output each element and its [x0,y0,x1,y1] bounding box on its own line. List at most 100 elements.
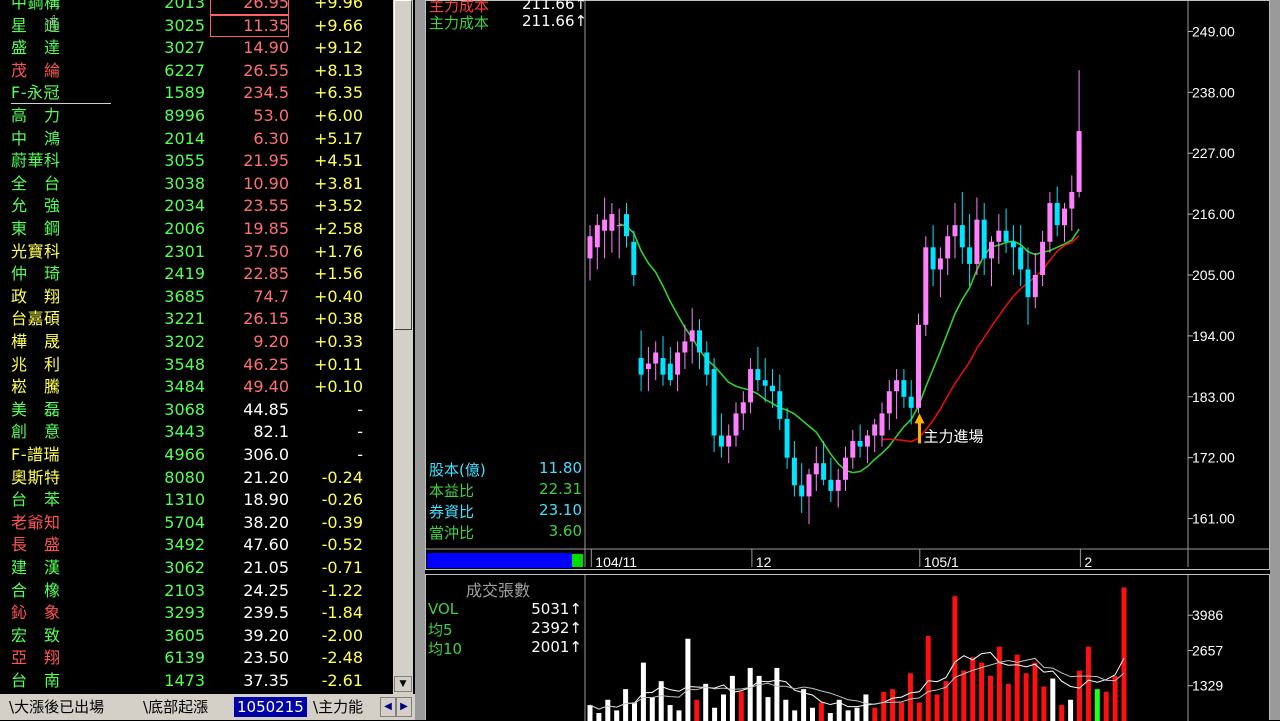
stock-row[interactable]: 台 南 1473 37.35 -2.61 [0,670,390,693]
stock-row[interactable]: 茂 綸 6227 26.55 +8.13 [0,60,390,83]
stock-row[interactable]: 東 鋼 2006 19.85 +2.58 [0,218,390,241]
stock-row[interactable]: 創 意 3443 82.1 - [0,421,390,444]
stock-row[interactable]: 星 通 3025 11.35 +9.66 [0,14,390,38]
stock-code: 3443 [164,422,205,442]
stock-name: 允 強 [11,196,61,216]
stock-list[interactable]: 中鋼構 2013 26.95 +9.96 星 通 3025 11.35 +9.66 盛 達 302… [0,0,390,694]
stock-row[interactable]: F-永冠 1589 234.5 +6.35 [0,82,390,105]
volume-bar [721,694,726,721]
stock-price: 21.20 [243,467,289,487]
stock-row[interactable]: 中 鴻 2014 6.30 +5.17 [0,128,390,151]
stock-change: - [357,422,363,442]
candle-body [916,324,921,408]
candle-body [959,225,965,248]
stock-row[interactable]: F-譜瑞 4966 306.0 - [0,444,390,467]
stock-code: 2419 [164,264,205,284]
stock-code: 3055 [164,151,205,171]
stock-name: 奧斯特 [11,467,61,487]
stock-row[interactable]: 仲 琦 2419 22.85 +1.56 [0,263,390,286]
stock-change: +2.58 [313,219,363,238]
volume-bar [801,689,807,721]
stock-row[interactable]: 政 翔 3685 74.7 +0.40 [0,286,390,309]
list-scrollbar[interactable]: ▼ [393,0,413,694]
volume-bar [952,596,958,721]
stock-code: 3027 [164,38,205,58]
stock-row[interactable]: 合 橡 2103 24.25 -1.22 [0,580,390,603]
stock-change: -2.48 [321,648,363,668]
volume-bar [783,699,789,721]
volume-bar [979,662,985,721]
stock-row[interactable]: 光寶科 2301 37.50 +1.76 [0,241,390,264]
annotation-label: 主力進場 [924,427,984,445]
stock-row[interactable]: 建 漢 3062 21.05 -0.71 [0,557,390,580]
stock-name: 亞 翔 [11,648,61,668]
stock-price: 26.15 [243,309,289,329]
stock-row[interactable]: 盛 達 3027 14.90 +9.12 [0,37,390,60]
stock-row[interactable]: 崧 騰 3484 49.40 +0.10 [0,376,390,399]
candle-body [653,352,659,364]
tab-sheet-2[interactable]: \底部起漲 [140,697,211,717]
stock-row[interactable]: 全 台 3038 10.90 +3.81 [0,173,390,196]
scroll-thumb[interactable] [394,0,412,330]
stock-row[interactable]: 台 苯 1310 18.90 -0.26 [0,489,390,512]
candle-body [609,214,615,231]
stock-row[interactable]: 奧斯特 8080 21.20 -0.24 [0,467,390,490]
y-tick-label: 205.00 [1192,267,1235,283]
stock-change: +5.17 [313,128,363,148]
stock-row[interactable]: 宏 致 3605 39.20 -2.00 [0,625,390,648]
progress-bar [427,553,572,568]
volume-title: 成交張數 [466,581,531,600]
stock-row[interactable]: 台嘉碩 3221 26.15 +0.38 [0,308,390,331]
stock-price: 10.90 [243,173,289,193]
volume-bar [765,697,771,721]
scroll-down-arrow-icon[interactable]: ▼ [394,676,412,692]
tab-sheet-4[interactable]: \主力能 [310,697,366,717]
tab-sheet-1[interactable]: \大漲後已出場 [6,697,107,717]
candle-body [967,247,973,264]
stock-price: 23.55 [243,196,289,216]
stock-name: 仲 琦 [11,264,61,284]
volume-bar [676,710,682,721]
stock-code: 1473 [164,671,205,690]
stock-row[interactable]: 允 強 2034 23.55 +3.52 [0,195,390,218]
stock-code: 3068 [164,399,205,419]
stock-row[interactable]: 高 力 8996 53.0 +6.00 [0,105,390,128]
stock-row[interactable]: 樺 晟 3202 9.20 +0.33 [0,331,390,354]
candle-body [697,330,702,353]
volume-bar [1068,699,1074,721]
candle-body [748,369,754,403]
stock-name: 蔚華科 [11,151,61,171]
volume-bar [970,657,976,721]
stock-row[interactable]: 兆 利 3548 46.25 +0.11 [0,354,390,377]
stock-row[interactable]: 鈊 象 3293 239.5 -1.84 [0,602,390,625]
volume-bar [1085,646,1091,721]
volume-bar [614,710,620,721]
stock-row[interactable]: 亞 翔 6139 23.50 -2.48 [0,647,390,670]
stock-code: 1589 [164,83,205,103]
vol-y-tick-label: 1329 [1192,678,1223,694]
candle-body [857,441,863,447]
stock-row[interactable]: 中鋼構 2013 26.95 +9.96 [0,0,390,15]
stock-code: 8996 [164,106,205,125]
stock-name: 全 台 [11,173,61,193]
candle-body [1010,241,1016,248]
tab-next-arrow-icon[interactable]: ▶ [396,697,412,717]
stock-code: 3605 [164,625,205,645]
volume-bar [925,636,931,721]
ma5-legend-label: 均5 [428,621,453,639]
stock-row[interactable]: 老爺知 5704 38.20 -0.39 [0,512,390,535]
stock-price: 46.25 [243,354,289,374]
stock-name: F-譜瑞 [11,445,60,464]
volume-bar [703,683,709,721]
tab-sheet-3[interactable]: 1050215 [234,697,307,717]
stock-row[interactable]: 蔚華科 3055 21.95 +4.51 [0,150,390,173]
stock-name: 美 磊 [11,399,61,419]
stock-row[interactable]: 長 盛 3492 47.60 -0.52 [0,534,390,557]
pane-divider[interactable] [415,0,425,720]
stock-row[interactable]: 美 磊 3068 44.85 - [0,399,390,422]
stock-code: 3025 [164,15,205,35]
tab-prev-arrow-icon[interactable]: ◀ [380,697,396,717]
stock-name: 樺 晟 [11,332,61,351]
candle-body [945,236,951,259]
candle-body [631,241,637,275]
